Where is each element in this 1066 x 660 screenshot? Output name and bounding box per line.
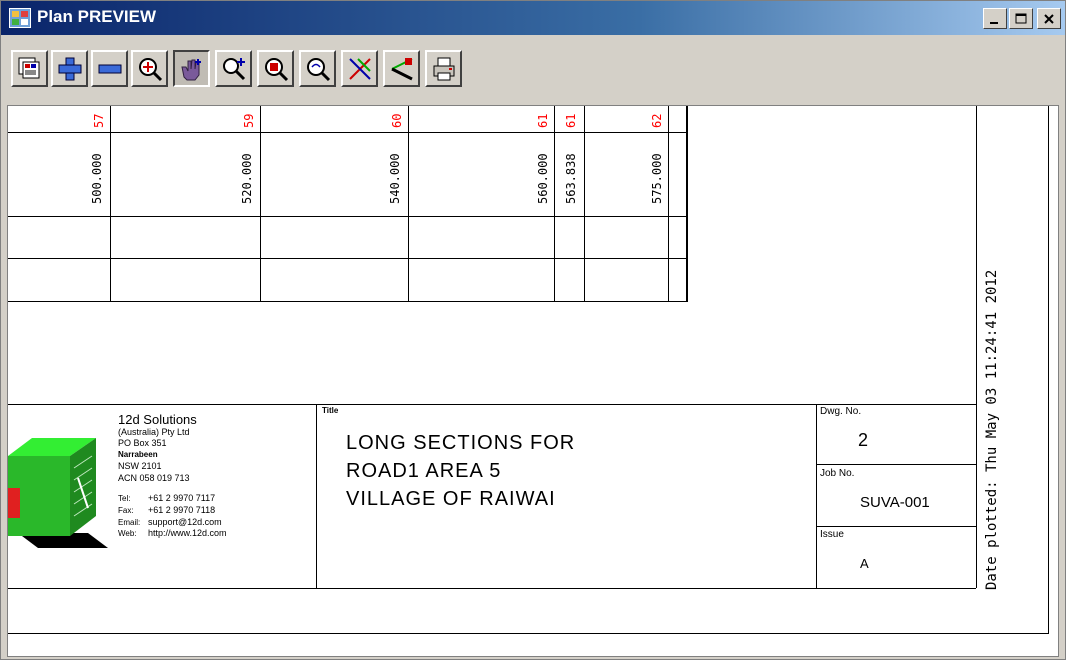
window-title: Plan PREVIEW	[37, 7, 157, 26]
pick-button[interactable]	[383, 50, 420, 87]
magnifier-icon	[306, 57, 330, 81]
job-no-label: Job No.	[820, 468, 855, 479]
minimize-icon	[990, 21, 998, 24]
web-label: Web:	[118, 529, 137, 538]
drawing-title-line: VILLAGE OF RAIWAI	[346, 488, 556, 510]
minimize-button[interactable]	[983, 8, 1007, 29]
print-button[interactable]	[425, 50, 462, 87]
chainage-value: 520.000	[240, 153, 254, 204]
drawing-title-line: ROAD1 AREA 5	[346, 460, 502, 482]
pick-icon	[390, 57, 413, 80]
company-logo	[8, 438, 108, 548]
close-button[interactable]	[1037, 8, 1061, 29]
plot-settings-button[interactable]	[11, 50, 48, 87]
minus-button[interactable]	[91, 50, 128, 87]
tel-label: Tel:	[118, 494, 131, 503]
measure-icon	[348, 57, 371, 80]
company-name: 12d Solutions	[118, 412, 197, 427]
company-line: Narrabeen	[118, 450, 158, 459]
issue-value: A	[860, 556, 869, 571]
fax-label: Fax:	[118, 506, 134, 515]
chainage-value: 540.000	[388, 153, 402, 204]
chainage-label: 61	[536, 113, 550, 128]
app-icon	[9, 8, 31, 28]
drawing-title-line: LONG SECTIONS FOR	[346, 432, 576, 454]
zoom-target-icon	[138, 57, 162, 81]
job-no-value: SUVA-001	[860, 494, 930, 511]
chainage-label: 59	[242, 113, 256, 128]
chainage-label: 57	[92, 113, 106, 128]
toolbar	[1, 35, 1065, 105]
dwg-no-label: Dwg. No.	[820, 406, 862, 417]
layers-icon	[18, 57, 39, 78]
chainage-label: 61	[564, 113, 578, 128]
chainage-value: 500.000	[90, 153, 104, 204]
zoom-in-button[interactable]	[215, 50, 252, 87]
date-plotted: Date plotted: Thu May 03 11:24:41 2012	[984, 269, 1000, 590]
zoom-extent-button[interactable]	[131, 50, 168, 87]
company-line: PO Box 351	[118, 438, 167, 448]
title-label: Title	[322, 406, 339, 415]
zoom-window-button[interactable]	[257, 50, 294, 87]
tel-value: +61 2 9970 7117	[148, 493, 216, 503]
email-label: Email:	[118, 518, 141, 527]
printer-icon	[433, 57, 454, 80]
close-icon	[1044, 13, 1054, 24]
fax-value: +61 2 9970 7118	[148, 505, 216, 515]
chainage-label: 60	[390, 113, 404, 128]
email-value: support@12d.com	[148, 517, 222, 527]
pan-button[interactable]	[173, 50, 210, 87]
plus-button[interactable]	[51, 50, 88, 87]
company-line: NSW 2101	[118, 461, 162, 471]
zoom-region-icon	[264, 57, 288, 81]
minus-icon	[98, 64, 121, 73]
company-line: ACN 058 019 713	[118, 473, 190, 483]
web-value: http://www.12d.com	[148, 528, 227, 538]
hand-pan-icon	[180, 58, 201, 80]
maximize-button[interactable]	[1009, 8, 1033, 29]
zoom-fit-button[interactable]	[299, 50, 336, 87]
issue-label: Issue	[820, 529, 844, 540]
chainage-value: 560.000	[536, 153, 550, 204]
title-bar[interactable]: Plan PREVIEW	[1, 1, 1065, 35]
chainage-label: 62	[650, 113, 664, 128]
maximize-icon	[1015, 13, 1027, 23]
chainage-value: 575.000	[650, 153, 664, 204]
measure-button[interactable]	[341, 50, 378, 87]
zoom-plus-icon	[222, 57, 245, 80]
dwg-no-value: 2	[858, 430, 869, 450]
plot-canvas[interactable]: 57 59 60 61 61 62 500.000 520.000 540.00…	[7, 105, 1059, 657]
plan-preview-window: Plan PREVIEW 57 59 60 61 61 62 500.000 5…	[0, 0, 1066, 660]
company-line: (Australia) Pty Ltd	[118, 427, 190, 437]
plus-icon	[58, 57, 81, 80]
chainage-value: 563.838	[564, 153, 578, 204]
